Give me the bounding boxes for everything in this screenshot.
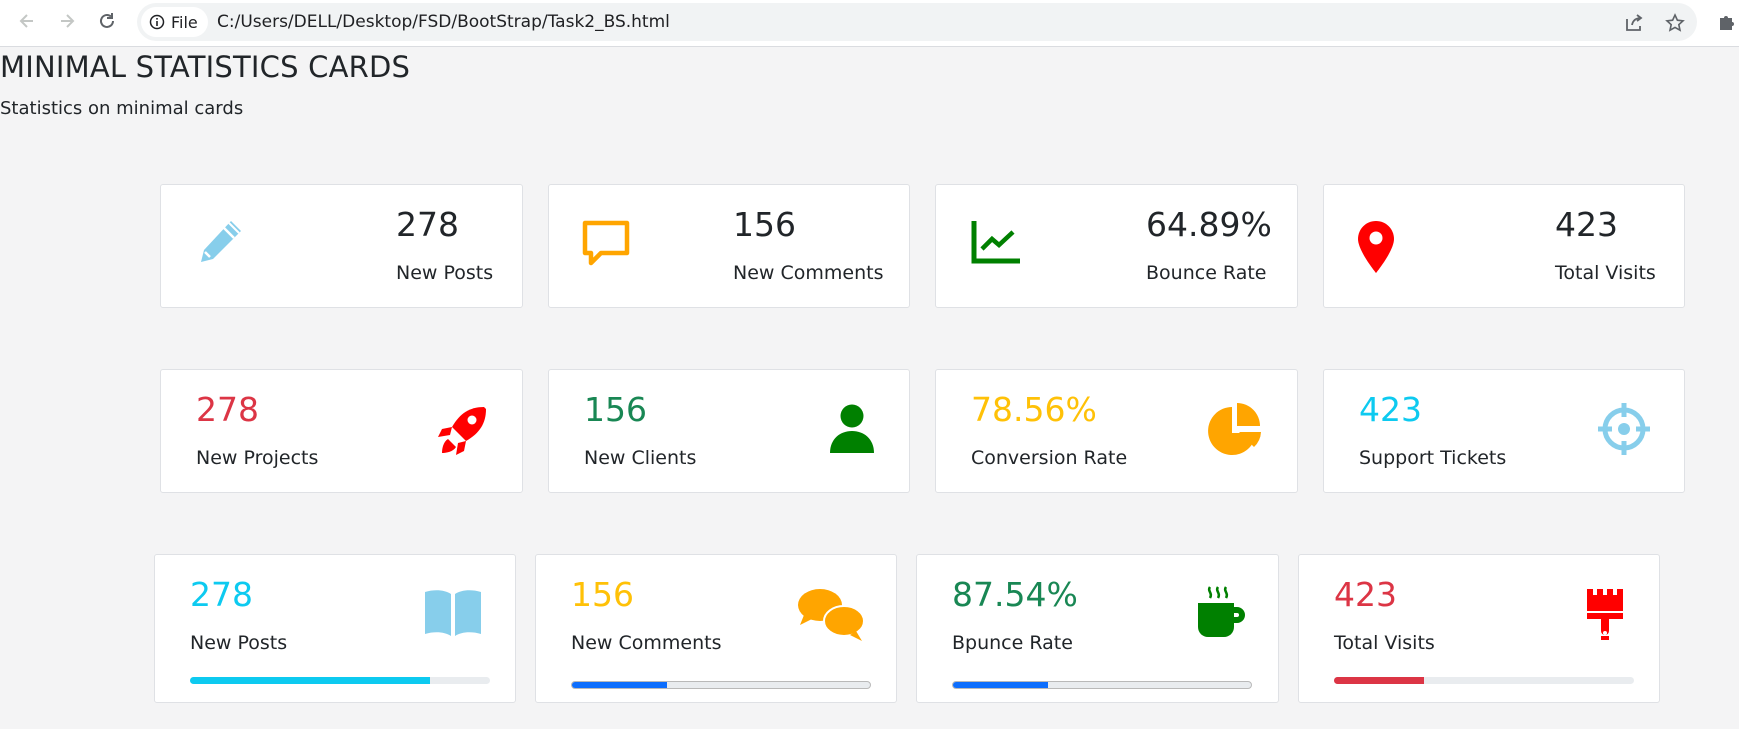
progress-fill [1334,677,1424,684]
share-button[interactable] [1622,11,1646,35]
bookmark-button[interactable] [1663,11,1687,35]
stat-label: New Posts [396,262,494,284]
stat-value: 156 [584,390,647,429]
browser-toolbar: File C:/Users/DELL/Desktop/FSD/BootStrap… [0,0,1739,47]
stat-card-new-comments: 156 New Comments [548,184,910,308]
progress-fill [190,677,430,684]
stat-card-bounce-rate: 64.89% Bounce Rate [935,184,1298,308]
stat-value: 278 [190,575,253,614]
reload-button[interactable] [96,10,118,32]
user-icon [827,403,877,455]
address-bar[interactable]: File C:/Users/DELL/Desktop/FSD/BootStrap… [137,3,1697,41]
stat-value: 156 [733,205,796,244]
stat-value: 423 [1334,575,1397,614]
back-button[interactable] [16,10,38,32]
stat-label: Bpunce Rate [952,632,1073,654]
progress-bar [190,677,490,684]
comment-icon [579,217,633,271]
stat-label: Bounce Rate [1146,262,1267,284]
stat-card-total-visits: 423 Total Visits [1323,184,1685,308]
forward-arrow-icon [61,14,75,28]
stat-label: Support Tickets [1359,447,1507,469]
pie-chart-icon [1206,401,1264,457]
stat-card-support-tickets: 423 Support Tickets [1323,369,1685,493]
progress-fill [572,682,668,688]
stat-value: 278 [196,390,259,429]
progress-fill [953,682,1049,688]
rocket-icon [436,403,490,457]
pencil-icon [191,215,247,271]
extensions-button[interactable] [1715,11,1739,35]
info-icon [149,14,165,30]
url-text[interactable]: C:/Users/DELL/Desktop/FSD/BootStrap/Task… [217,12,670,32]
stat-label: Total Visits [1334,632,1435,654]
paint-brush-icon [1583,587,1627,643]
stat-card-new-projects: 278 New Projects [160,369,523,493]
stat-label: New Posts [190,632,288,654]
stat-card-new-clients: 156 New Clients [548,369,910,493]
stat-card-new-posts: 278 New Posts [160,184,523,308]
progress-bar [952,681,1252,689]
comments-icon [796,585,866,643]
back-arrow-icon [19,14,33,28]
page-subtitle: Statistics on minimal cards [0,98,244,119]
crosshairs-icon [1596,401,1652,457]
share-icon [1626,14,1643,31]
stat-value: 87.54% [952,575,1078,614]
site-info-chip[interactable]: File [141,7,208,37]
progress-bar [1334,677,1634,684]
stat-value: 156 [571,575,634,614]
map-pin-icon [1356,219,1396,275]
progress-bar [571,681,871,689]
stat-value: 423 [1359,390,1422,429]
stat-value: 78.56% [971,390,1097,429]
progress-card-new-posts: 278 New Posts [154,554,516,703]
line-chart-icon [970,219,1022,267]
forward-button[interactable] [56,10,78,32]
stat-card-conversion-rate: 78.56% Conversion Rate [935,369,1298,493]
stat-label: New Comments [733,262,884,284]
stat-label: New Comments [571,632,722,654]
progress-card-new-comments: 156 New Comments [535,554,897,703]
stat-label: Conversion Rate [971,447,1128,469]
stat-value: 64.89% [1146,205,1272,244]
stat-label: Total Visits [1555,262,1656,284]
stat-value: 423 [1555,205,1618,244]
stat-value: 278 [396,205,459,244]
file-chip-label: File [171,12,198,32]
stat-label: New Clients [584,447,697,469]
stat-label: New Projects [196,447,319,469]
star-icon [1665,13,1685,32]
coffee-cup-icon [1192,585,1248,641]
reload-icon [100,13,114,28]
puzzle-icon [1720,16,1734,30]
book-icon [423,588,483,638]
progress-card-total-visits: 423 Total Visits [1298,554,1660,703]
page-title: MINIMAL STATISTICS CARDS [0,50,411,84]
progress-card-bounce-rate: 87.54% Bpunce Rate [916,554,1279,703]
